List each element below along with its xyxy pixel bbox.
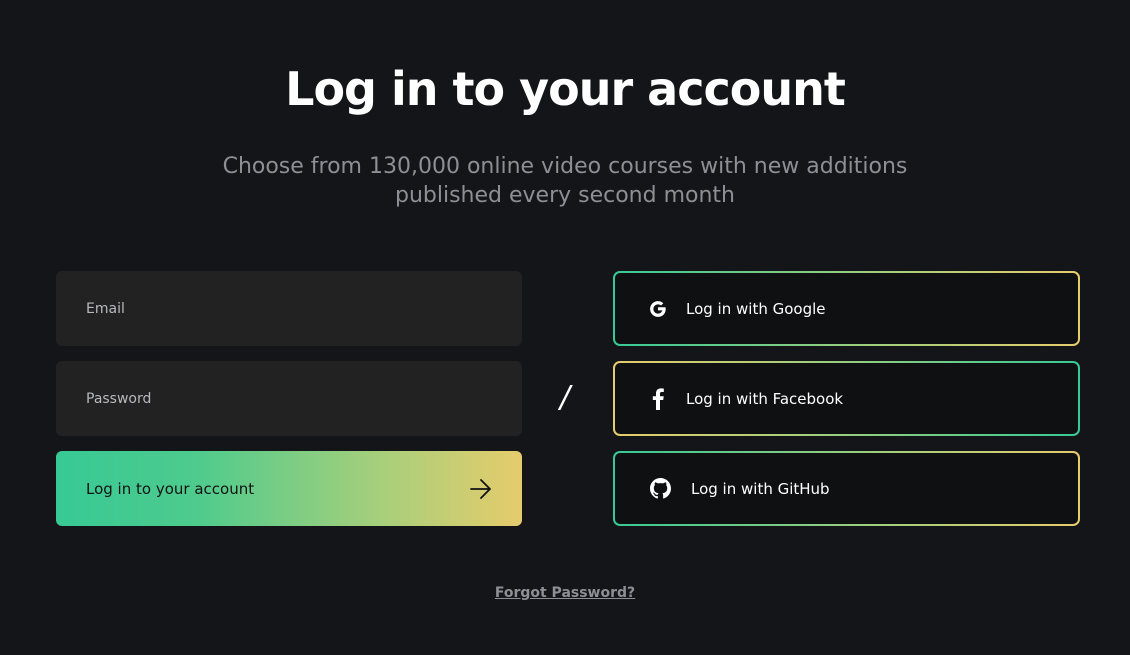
facebook-login-button[interactable]: Log in with Facebook <box>613 361 1080 436</box>
forgot-password-link[interactable]: Forgot Password? <box>495 585 635 601</box>
github-login-button[interactable]: Log in with GitHub <box>613 451 1080 526</box>
login-submit-label: Log in to your account <box>86 479 255 498</box>
google-login-label: Log in with Google <box>686 299 826 318</box>
github-login-label: Log in with GitHub <box>691 479 830 498</box>
arrow-right-icon <box>470 478 491 499</box>
facebook-login-label: Log in with Facebook <box>686 389 844 408</box>
login-page: Log in to your account Choose from 130,0… <box>0 0 1130 655</box>
login-submit-button[interactable]: Log in to your account <box>56 451 522 526</box>
google-login-button[interactable]: Log in with Google <box>613 271 1080 346</box>
email-field[interactable] <box>56 271 522 346</box>
forgot-password-container: Forgot Password? <box>0 585 1130 601</box>
github-login-inner[interactable]: Log in with GitHub <box>615 453 1078 524</box>
facebook-icon <box>647 387 669 410</box>
github-icon <box>649 478 671 500</box>
or-divider: / <box>560 380 571 415</box>
google-login-inner[interactable]: Log in with Google <box>615 273 1078 344</box>
facebook-login-inner[interactable]: Log in with Facebook <box>615 363 1078 434</box>
google-icon <box>647 298 669 320</box>
page-subtitle: Choose from 130,000 online video courses… <box>222 154 908 208</box>
page-title: Log in to your account <box>285 62 846 116</box>
password-field[interactable] <box>56 361 522 436</box>
